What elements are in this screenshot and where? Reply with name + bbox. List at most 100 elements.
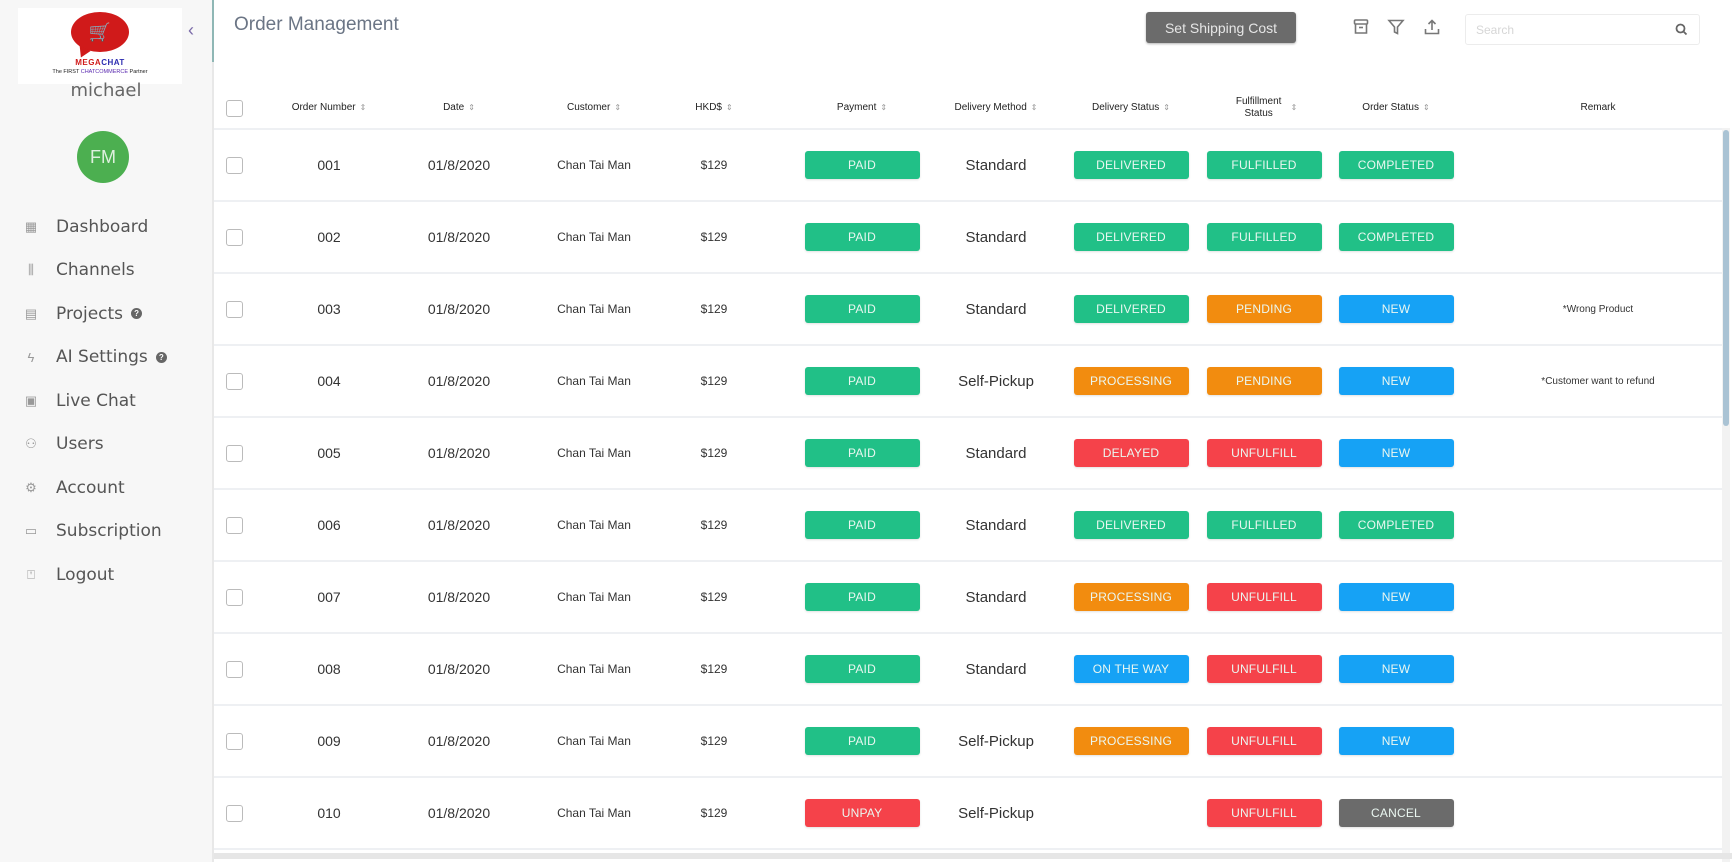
sidebar-item-account[interactable]: ⚙ Account — [0, 466, 212, 510]
status-badge[interactable]: PENDING — [1206, 295, 1322, 323]
status-badge[interactable]: PAID — [804, 295, 920, 323]
status-badge[interactable]: PENDING — [1206, 367, 1322, 395]
sidebar-item-channels[interactable]: ⫼ Channels — [0, 249, 212, 293]
status-badge[interactable]: PAID — [804, 367, 920, 395]
status-badge[interactable]: DELIVERED — [1073, 511, 1189, 539]
status-badge[interactable]: FULFILLED — [1206, 511, 1322, 539]
status-badge[interactable]: UNFULFILL — [1206, 439, 1322, 467]
status-badge[interactable]: UNPAY — [804, 799, 920, 827]
row-checkbox[interactable] — [225, 444, 243, 462]
table-row[interactable]: 002 01/8/2020 Chan Tai Man $129 PAID Standard… — [214, 202, 1722, 274]
sidebar-item-logout[interactable]: ⍞ Logout — [0, 553, 212, 597]
sort-icon[interactable]: ⇕ — [1291, 103, 1298, 113]
row-checkbox[interactable] — [225, 588, 243, 606]
status-badge[interactable]: NEW — [1338, 367, 1454, 395]
status-badge[interactable]: DELAYED — [1073, 439, 1189, 467]
table-row[interactable]: 009 01/8/2020 Chan Tai Man $129 PAID Self-Pic… — [214, 706, 1722, 778]
export-upload-icon[interactable] — [1421, 16, 1443, 38]
sort-icon[interactable]: ⇕ — [726, 103, 733, 113]
status-badge[interactable]: DELIVERED — [1073, 223, 1189, 251]
row-checkbox[interactable] — [225, 372, 243, 390]
row-checkbox[interactable] — [225, 804, 243, 822]
status-badge[interactable]: PAID — [804, 439, 920, 467]
table-row[interactable]: 005 01/8/2020 Chan Tai Man $129 PAID Standard… — [214, 418, 1722, 490]
select-all-checkbox[interactable] — [225, 99, 243, 117]
sidebar-item-subscription[interactable]: ▭ Subscription — [0, 510, 212, 554]
status-badge[interactable]: PAID — [804, 727, 920, 755]
horizontal-scrollbar[interactable] — [214, 853, 1732, 859]
row-checkbox[interactable] — [225, 228, 243, 246]
column-header-hkd[interactable]: HKD$ ⇕ — [674, 88, 754, 128]
column-header-date[interactable]: Date ⇕ — [404, 88, 514, 128]
search-icon[interactable] — [1673, 22, 1689, 38]
status-badge[interactable]: NEW — [1338, 727, 1454, 755]
table-row[interactable]: 008 01/8/2020 Chan Tai Man $129 PAID Standard… — [214, 634, 1722, 706]
status-badge[interactable]: NEW — [1338, 295, 1454, 323]
status-badge[interactable]: PAID — [804, 223, 920, 251]
vertical-scrollbar-thumb[interactable] — [1723, 130, 1729, 426]
column-header-ostat[interactable]: Order Status ⇕ — [1336, 88, 1456, 128]
status-badge[interactable]: UNFULFILL — [1206, 583, 1322, 611]
collapse-sidebar-chevron-left-icon[interactable]: ‹ — [184, 18, 198, 42]
column-header-num[interactable]: Order Number ⇕ — [274, 88, 384, 128]
sort-icon[interactable]: ⇕ — [880, 103, 887, 113]
status-badge[interactable]: UNFULFILL — [1206, 799, 1322, 827]
sort-icon[interactable]: ⇕ — [1423, 103, 1430, 113]
sidebar-item-live-chat[interactable]: ▣ Live Chat — [0, 379, 212, 423]
sort-icon[interactable]: ⇕ — [1031, 103, 1038, 113]
status-badge[interactable]: FULFILLED — [1206, 223, 1322, 251]
row-checkbox[interactable] — [225, 516, 243, 534]
table-row[interactable]: 010 01/8/2020 Chan Tai Man $129 UNPAY Self-Pi… — [214, 778, 1722, 850]
filter-icon[interactable] — [1385, 16, 1407, 38]
status-badge[interactable]: ON THE WAY — [1073, 655, 1189, 683]
table-row[interactable]: 004 01/8/2020 Chan Tai Man $129 PAID Self-Pic… — [214, 346, 1722, 418]
table-row[interactable]: 003 01/8/2020 Chan Tai Man $129 PAID Standard… — [214, 274, 1722, 346]
status-badge[interactable]: PAID — [804, 583, 920, 611]
status-badge[interactable]: CANCEL — [1338, 799, 1454, 827]
column-header-fstat[interactable]: Fulfillment Status ⇕ — [1204, 88, 1324, 128]
status-badge[interactable]: UNFULFILL — [1206, 655, 1322, 683]
status-badge[interactable]: COMPLETED — [1338, 223, 1454, 251]
status-badge[interactable]: COMPLETED — [1338, 511, 1454, 539]
help-icon[interactable]: ? — [155, 351, 167, 363]
status-badge[interactable]: DELIVERED — [1073, 295, 1189, 323]
status-badge[interactable]: PAID — [804, 151, 920, 179]
help-icon[interactable]: ? — [131, 308, 143, 320]
column-header-cust[interactable]: Customer ⇕ — [534, 88, 654, 128]
search-input[interactable] — [1476, 22, 1673, 37]
sidebar-item-dashboard[interactable]: ▦ Dashboard — [0, 205, 212, 249]
sort-icon[interactable]: ⇕ — [1163, 103, 1170, 113]
avatar[interactable]: FM — [77, 131, 129, 183]
column-header-dstat[interactable]: Delivery Status ⇕ — [1071, 88, 1191, 128]
status-badge[interactable]: NEW — [1338, 583, 1454, 611]
status-badge[interactable]: NEW — [1338, 655, 1454, 683]
status-badge[interactable]: PAID — [804, 511, 920, 539]
status-badge[interactable]: PROCESSING — [1073, 727, 1189, 755]
sort-icon[interactable]: ⇕ — [360, 103, 367, 113]
archive-icon[interactable] — [1350, 16, 1372, 38]
set-shipping-cost-button[interactable]: Set Shipping Cost — [1146, 12, 1296, 43]
status-badge[interactable]: PROCESSING — [1073, 367, 1189, 395]
status-badge[interactable]: COMPLETED — [1338, 151, 1454, 179]
megachat-logo[interactable]: 🛒 MEGACHAT The FIRST CHATCOMMERCE Partne… — [18, 8, 182, 84]
sidebar-item-ai-settings[interactable]: ϟ AI Settings? — [0, 336, 212, 380]
sidebar-item-projects[interactable]: ▤ Projects? — [0, 292, 212, 336]
status-badge[interactable]: DELIVERED — [1073, 151, 1189, 179]
table-row[interactable]: 001 01/8/2020 Chan Tai Man $129 PAID Standard… — [214, 130, 1722, 202]
sort-icon[interactable]: ⇕ — [468, 103, 475, 113]
row-checkbox[interactable] — [225, 300, 243, 318]
sort-icon[interactable]: ⇕ — [614, 103, 621, 113]
status-badge[interactable]: PROCESSING — [1073, 583, 1189, 611]
status-badge[interactable]: PAID — [804, 655, 920, 683]
row-checkbox[interactable] — [225, 732, 243, 750]
status-badge[interactable]: FULFILLED — [1206, 151, 1322, 179]
row-checkbox[interactable] — [225, 660, 243, 678]
column-header-meth[interactable]: Delivery Method ⇕ — [936, 88, 1056, 128]
status-badge[interactable]: NEW — [1338, 439, 1454, 467]
status-badge[interactable]: UNFULFILL — [1206, 727, 1322, 755]
sidebar-item-users[interactable]: ⚇ Users — [0, 423, 212, 467]
row-checkbox[interactable] — [225, 156, 243, 174]
table-row[interactable]: 006 01/8/2020 Chan Tai Man $129 PAID Standard… — [214, 490, 1722, 562]
table-row[interactable]: 007 01/8/2020 Chan Tai Man $129 PAID Standard… — [214, 562, 1722, 634]
column-header-pay[interactable]: Payment ⇕ — [802, 88, 922, 128]
